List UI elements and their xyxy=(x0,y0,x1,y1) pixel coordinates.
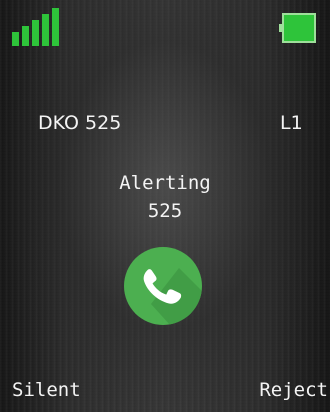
phone-handset-icon xyxy=(124,247,202,325)
account-name: DKO 525 xyxy=(38,112,122,134)
signal-bar-2 xyxy=(22,26,29,46)
signal-bar-1 xyxy=(12,32,19,46)
silent-softkey[interactable]: Silent xyxy=(12,378,81,402)
caller-number: 525 xyxy=(147,200,183,222)
signal-bar-5 xyxy=(52,8,59,46)
signal-bar-3 xyxy=(32,20,39,46)
signal-strength-icon xyxy=(12,8,64,46)
signal-bar-4 xyxy=(42,14,49,46)
call-status: Alerting xyxy=(119,172,211,194)
battery-icon xyxy=(279,13,316,43)
phone-screen: DKO 525 L1 Alerting 525 Silent Reject xyxy=(0,0,330,412)
reject-softkey[interactable]: Reject xyxy=(259,378,328,402)
line-indicator: L1 xyxy=(280,112,303,134)
